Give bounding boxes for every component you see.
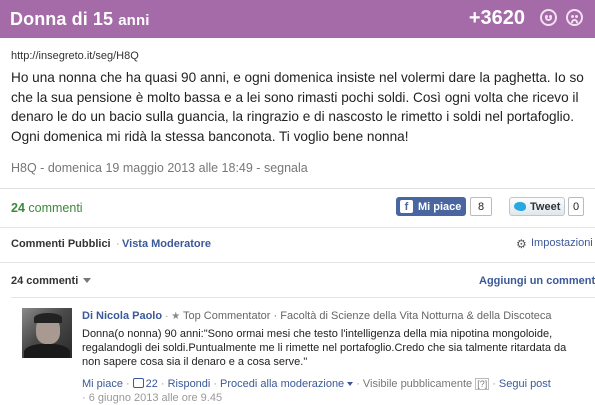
comments-count[interactable]: 24 commenti [11,201,83,215]
like-count: 22 [145,378,158,390]
report-link[interactable]: segnala [264,161,308,175]
settings-link[interactable]: ⚙ Impostazioni [516,237,593,250]
like-link[interactable]: Mi piace [82,378,123,390]
tweet-button[interactable]: Tweet [509,197,565,216]
post-header: Donna di 15 anni +3620 [0,0,595,38]
post-body: Ho una nonna che ha quasi 90 anni, e ogn… [11,70,584,144]
divider [0,188,595,189]
post-content: http://insegreto.it/seg/H8Q Ho una nonna… [0,38,595,190]
moderate-dropdown[interactable]: Procedi alla moderazione [220,378,354,390]
comment-tabs: Commenti Pubblici · Vista Moderatore ⚙ Im… [0,228,595,262]
visibility-status: Visibile pubblicamente [362,378,473,390]
post-id: H8Q [11,161,37,175]
comment-date: · 6 giugno 2013 alle ore 9.45 [82,392,223,404]
comment-item: Di Nicola Paolo · ★ Top Commentator · Fa… [0,298,595,405]
commenter-faculty: Facoltà di Scienze della Vita Notturna &… [280,310,552,322]
gear-icon: ⚙ [516,237,527,251]
comments-sort-dropdown[interactable]: 24 commenti [11,275,92,287]
follow-post-link[interactable]: Segui post [499,378,551,390]
post-url[interactable]: http://insegreto.it/seg/H8Q [11,50,139,62]
help-icon[interactable]: [?] [475,378,490,390]
post-score: +3620 [468,7,525,29]
comment-author[interactable]: Di Nicola Paolo [82,310,162,322]
smile-icon[interactable] [540,9,557,26]
post-date: domenica 19 maggio 2013 alle 18:49 [47,161,253,175]
add-comment-link[interactable]: Aggiungi un commento [479,275,595,287]
facebook-like-button[interactable]: f Mi piace [396,197,466,216]
sort-row: 24 commenti Aggiungi un commento [0,263,595,298]
frown-icon[interactable] [566,9,583,26]
comment-text: Donna(o nonna) 90 anni:"Sono ormai mesi … [82,328,567,368]
commenter-badge: Top Commentator [183,310,271,322]
tweet-count: 0 [568,197,584,216]
tab-separator: · [116,238,120,250]
reply-link[interactable]: Rispondi [168,378,211,390]
star-icon: · ★ [165,311,183,322]
facebook-like-count: 8 [470,197,492,216]
thumbs-up-icon [132,378,144,388]
comment-actions: Mi piace · 22 · Rispondi · Procedi alla modera… [82,378,551,390]
tab-moderator-view[interactable]: Vista Moderatore [122,238,211,250]
post-title: Donna di 15 anni [10,8,150,29]
chevron-down-icon [347,382,354,386]
comments-bar: 24 commenti f Mi piace 8 Tweet 0 [0,190,595,226]
avatar[interactable] [22,308,72,358]
comment-header: Di Nicola Paolo · ★ Top Commentator · Fa… [82,310,552,322]
post-meta: H8Q - domenica 19 maggio 2013 alle 18:49… [11,161,308,175]
facebook-icon: f [400,200,413,213]
tab-public-comments[interactable]: Commenti Pubblici [11,238,111,250]
twitter-bird-icon [514,202,526,211]
chevron-down-icon [83,278,92,283]
